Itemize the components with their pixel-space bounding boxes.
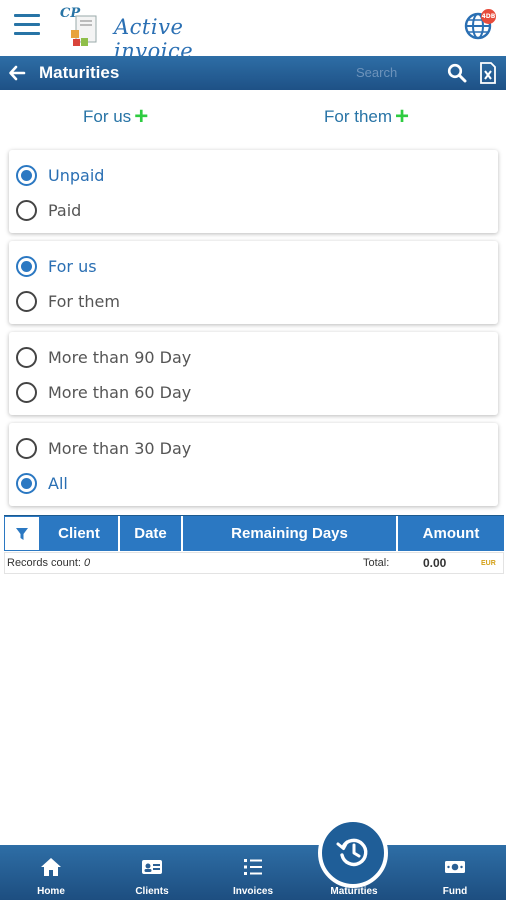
id-card-icon	[142, 860, 162, 874]
menu-icon[interactable]	[14, 14, 40, 38]
radio-button[interactable]	[16, 381, 37, 403]
records-count-label: Records count:	[7, 557, 81, 569]
radio-button[interactable]	[16, 346, 37, 368]
radio-for-them[interactable]: For them	[16, 289, 120, 313]
filter-icon	[16, 527, 28, 540]
history-icon	[336, 838, 368, 867]
list-icon	[244, 859, 262, 875]
radio-label: Unpaid	[48, 165, 105, 185]
side-filter: For us For them	[9, 241, 498, 324]
nav-label: Invoices	[232, 886, 274, 897]
radio-more-than-60[interactable]: More than 60 Day	[16, 380, 191, 404]
radio-label: Paid	[48, 200, 82, 220]
logo-document-icon	[71, 15, 97, 46]
total-value: 0.00	[423, 556, 447, 570]
radio-button[interactable]	[16, 164, 37, 186]
nav-home[interactable]: Home	[16, 845, 86, 900]
radio-label: All	[48, 473, 68, 493]
nav-label: Fund	[442, 886, 468, 897]
table-header: Client Date Remaining Days Amount	[4, 515, 504, 551]
age-filter-b: More than 30 Day All	[9, 423, 498, 506]
radio-button[interactable]	[16, 255, 37, 277]
radio-label: More than 30 Day	[48, 438, 192, 458]
radio-label: More than 90 Day	[48, 347, 192, 367]
currency-label: EUR	[481, 560, 496, 567]
records-count: Records count: 0	[7, 557, 90, 569]
age-filter-a: More than 90 Day More than 60 Day	[9, 332, 498, 415]
radio-more-than-30[interactable]: More than 30 Day	[16, 436, 191, 460]
radio-button[interactable]	[16, 472, 37, 494]
excel-export-icon[interactable]	[479, 62, 497, 84]
total-label: Total:	[363, 557, 390, 569]
radio-button[interactable]	[16, 437, 37, 459]
add-for-us-button[interactable]: For us +	[83, 103, 149, 130]
home-icon	[41, 858, 61, 876]
title-bar: Maturities	[0, 56, 506, 90]
maturities-fab[interactable]	[318, 818, 388, 888]
app-logo: CP Active invoice	[58, 6, 258, 63]
radio-paid[interactable]: Paid	[16, 198, 81, 222]
radio-label: For them	[48, 291, 120, 311]
column-header-remaining-days[interactable]: Remaining Days	[183, 516, 398, 551]
nav-label: Clients	[135, 886, 169, 897]
radio-label: For us	[48, 256, 97, 276]
column-header-client[interactable]: Client	[40, 516, 120, 551]
nav-label: Home	[37, 886, 65, 897]
plus-icon: +	[134, 103, 149, 130]
column-header-date[interactable]: Date	[120, 516, 183, 551]
cash-icon	[445, 861, 465, 873]
radio-more-than-90[interactable]: More than 90 Day	[16, 345, 191, 369]
radio-for-us[interactable]: For us	[16, 254, 97, 278]
filter-button[interactable]	[4, 516, 40, 551]
back-arrow-icon[interactable]	[8, 64, 26, 82]
app-bar: CP Active invoice 4DB	[0, 0, 506, 63]
payment-status-filter: Unpaid Paid	[9, 150, 498, 233]
radio-button[interactable]	[16, 290, 37, 312]
search-input[interactable]	[356, 60, 438, 84]
table-footer: Records count: 0 Total: 0.00 EUR	[4, 552, 504, 574]
nav-clients[interactable]: Clients	[117, 845, 187, 900]
add-for-them-label: For them	[324, 107, 393, 126]
radio-all[interactable]: All	[16, 471, 68, 495]
nav-fund[interactable]: Fund	[420, 845, 490, 900]
bottom-navigation: Home Clients Invoices Maturities Fund	[0, 845, 506, 900]
add-for-them-button[interactable]: For them +	[324, 103, 410, 130]
notification-badge: 4DB	[481, 9, 496, 24]
column-header-amount[interactable]: Amount	[398, 516, 504, 551]
radio-unpaid[interactable]: Unpaid	[16, 163, 104, 187]
search-icon[interactable]	[447, 63, 467, 83]
radio-label: More than 60 Day	[48, 382, 192, 402]
page-title: Maturities	[39, 63, 120, 82]
radio-button[interactable]	[16, 199, 37, 221]
records-count-value: 0	[83, 557, 91, 569]
nav-invoices[interactable]: Invoices	[218, 845, 288, 900]
plus-icon: +	[395, 103, 410, 130]
add-for-us-label: For us	[83, 107, 132, 126]
